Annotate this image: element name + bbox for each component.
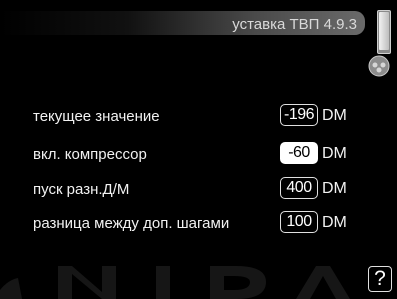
setting-label: разница между доп. шагами	[33, 215, 230, 232]
scrollbar[interactable]	[377, 10, 391, 54]
setting-unit: DM	[322, 107, 347, 124]
setting-label: текущее значение	[33, 108, 160, 125]
setting-value[interactable]: -196	[280, 104, 318, 126]
setting-value[interactable]: 100	[280, 211, 318, 233]
help-button[interactable]: ?	[368, 266, 392, 292]
setting-row-current-value[interactable]: текущее значение -196 DM	[0, 104, 397, 130]
setting-row-start-diff[interactable]: пуск разн.Д/М 400 DM	[0, 177, 397, 203]
thumb-control-icon[interactable]	[368, 55, 390, 77]
watermark-graphic	[0, 266, 350, 299]
setting-value[interactable]: 400	[280, 177, 318, 199]
setting-row-compressor-start[interactable]: вкл. компрессор -60 DM	[0, 142, 397, 168]
setting-label: вкл. компрессор	[33, 146, 147, 163]
page-title: уставка ТВП 4.9.3	[232, 16, 357, 33]
setting-value-selected[interactable]: -60	[280, 142, 318, 164]
setting-unit: DM	[322, 145, 347, 162]
setting-row-step-diff[interactable]: разница между доп. шагами 100 DM	[0, 211, 397, 237]
setting-unit: DM	[322, 180, 347, 197]
scrollbar-thumb[interactable]	[379, 12, 389, 50]
setting-unit: DM	[322, 214, 347, 231]
setting-label: пуск разн.Д/М	[33, 181, 130, 198]
